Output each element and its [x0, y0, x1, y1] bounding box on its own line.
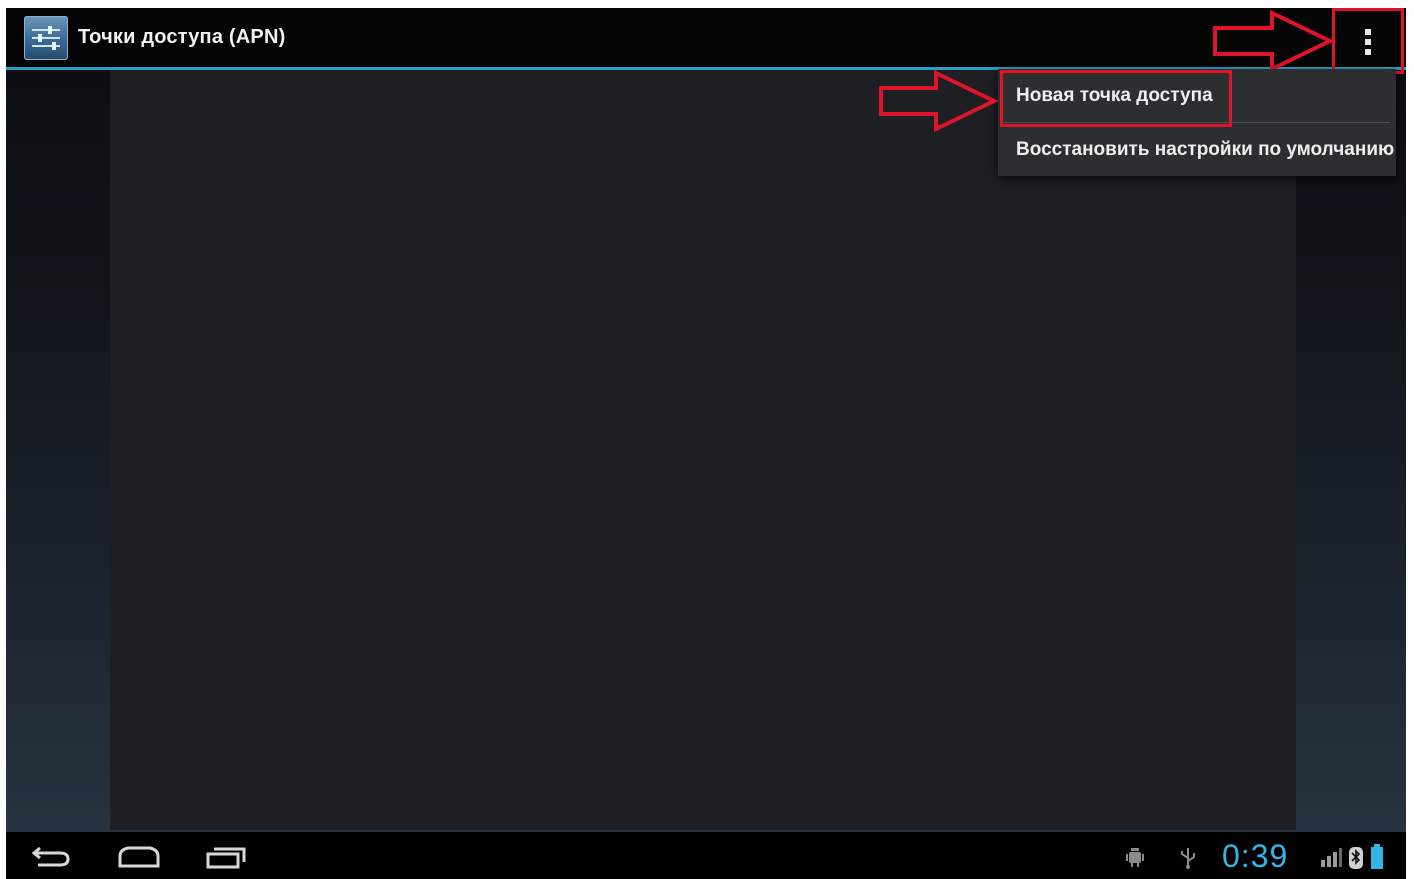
red-arrow-icon	[879, 70, 998, 132]
settings-icon[interactable]	[24, 16, 68, 60]
signal-icon	[1321, 848, 1342, 867]
battery-icon	[1371, 844, 1383, 869]
android-debug-icon	[1126, 848, 1144, 867]
tablet-screen: Точки доступа (APN) Новая точка доступа …	[6, 8, 1406, 879]
usb-icon	[1181, 848, 1195, 869]
red-arrow-icon	[1213, 10, 1334, 72]
menu-item-reset-defaults[interactable]: Восстановить настройки по умолчанию	[998, 123, 1396, 176]
overflow-menu-icon	[1365, 29, 1371, 55]
apn-list-panel	[110, 70, 1296, 830]
recent-apps-icon[interactable]	[204, 842, 250, 870]
home-icon[interactable]	[116, 842, 162, 870]
back-icon[interactable]	[30, 842, 72, 870]
bluetooth-icon	[1349, 847, 1363, 869]
overflow-menu-button[interactable]	[1332, 8, 1404, 74]
system-bar: 0:39	[6, 832, 1406, 879]
action-bar: Точки доступа (APN)	[6, 8, 1406, 74]
page-title: Точки доступа (APN)	[78, 26, 286, 48]
menu-item-highlight	[1000, 70, 1232, 127]
clock: 0:39	[1222, 838, 1289, 874]
